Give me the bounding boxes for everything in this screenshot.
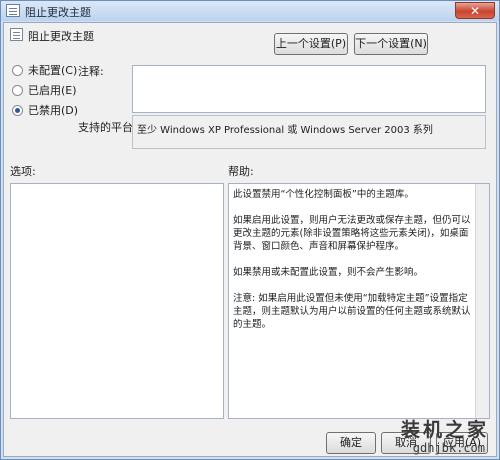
radio-enabled[interactable]: 已启用(E) (12, 82, 77, 98)
watermark-url: gdhjbk.com (412, 441, 485, 455)
help-scrollbar[interactable] (475, 184, 489, 418)
radio-circle[interactable] (12, 84, 23, 96)
close-button[interactable]: ✕ (455, 2, 495, 19)
policy-document-icon (6, 4, 20, 17)
watermark-text: 装机之家 (400, 419, 489, 441)
previous-setting-button[interactable]: 上一个设置(P) (274, 33, 348, 55)
radio-label: 已禁用(D) (28, 104, 79, 117)
radio-circle-selected[interactable] (12, 104, 23, 116)
options-label: 选项: (10, 165, 36, 178)
comment-label: 注释: (78, 65, 104, 78)
radio-disabled[interactable]: 已禁用(D) (12, 102, 78, 118)
help-paragraph: 此设置禁用“个性化控制面板”中的主题库。 (233, 189, 414, 200)
title-bar[interactable]: 阻止更改主题 ✕ (1, 1, 499, 21)
help-paragraph: 注意: 如果启用此设置但未使用“加载特定主题”设置指定主题，则主题默认为用户以前… (233, 293, 471, 330)
window-title: 阻止更改主题 (25, 6, 91, 19)
supported-platform-label: 支持的平台: (78, 121, 137, 134)
policy-setting-icon (10, 28, 23, 41)
close-icon: ✕ (469, 4, 481, 18)
next-setting-button[interactable]: 下一个设置(N) (354, 33, 428, 55)
comment-textarea[interactable] (132, 65, 486, 113)
help-label: 帮助: (228, 165, 254, 178)
radio-not-configured[interactable]: 未配置(C) (12, 62, 77, 78)
dialog-content: 阻止更改主题 上一个设置(P) 下一个设置(N) 未配置(C) 已启用(E) 已… (3, 22, 497, 457)
supported-platform-box: 至少 Windows XP Professional 或 Windows Ser… (132, 115, 486, 149)
help-pane[interactable]: 此设置禁用“个性化控制面板”中的主题库。 如果启用此设置，则用户无法更改或保存主… (228, 183, 490, 419)
radio-label: 已启用(E) (28, 84, 77, 97)
options-pane[interactable] (10, 183, 224, 419)
site-watermark: 装机之家 gdhjbk.com (365, 415, 495, 459)
help-paragraph: 如果禁用或未配置此设置，则不会产生影响。 (233, 267, 424, 278)
supported-platform-value: 至少 Windows XP Professional 或 Windows Ser… (137, 125, 433, 136)
setting-title: 阻止更改主题 (28, 30, 94, 43)
dialog-window: 阻止更改主题 ✕ 阻止更改主题 上一个设置(P) 下一个设置(N) 未配置(C)… (0, 0, 500, 460)
radio-circle[interactable] (12, 64, 23, 76)
radio-label: 未配置(C) (28, 64, 78, 77)
help-paragraph: 如果启用此设置，则用户无法更改或保存主题，但仍可以更改主题的元素(除非设置策略将… (233, 215, 471, 252)
